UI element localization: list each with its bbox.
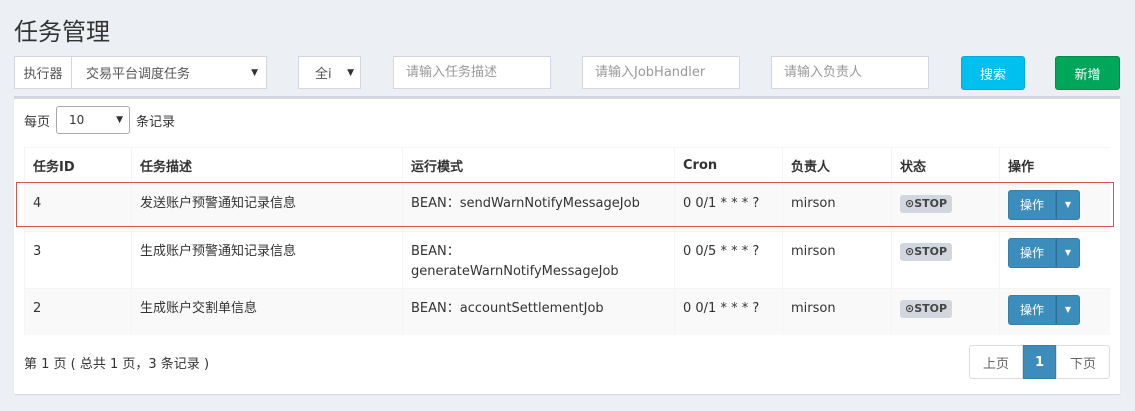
- cell-mode: BEAN：accountSettlementJob: [402, 288, 675, 335]
- cell-status: ⊙STOP: [891, 182, 1000, 232]
- cell-cron: 0 0/5 * * * ?: [674, 231, 783, 289]
- pagination: 上页 1 下页: [969, 345, 1110, 379]
- status-text: STOP: [914, 245, 948, 258]
- mode-prefix: BEAN：: [411, 196, 460, 211]
- search-button[interactable]: 搜索: [961, 56, 1025, 90]
- cell-cron: 0 0/1 * * * ?: [674, 182, 783, 232]
- cell-desc: 发送账户预警通知记录信息: [131, 182, 403, 232]
- operation-button-group: 操作 ▼: [1008, 295, 1080, 325]
- length-prefix: 每页: [24, 114, 51, 130]
- clock-icon: ⊙: [905, 302, 915, 315]
- operation-dropdown-toggle[interactable]: ▼: [1056, 295, 1080, 325]
- cell-status: ⊙STOP: [891, 231, 1000, 289]
- page-length-control: 每页 10 ▼ 条记录: [24, 105, 175, 135]
- cell-id: 3: [24, 231, 132, 289]
- cell-id: 4: [24, 182, 132, 232]
- caret-down-icon: ▼: [116, 115, 124, 125]
- operation-button-group: 操作 ▼: [1008, 190, 1080, 220]
- cell-mode: BEAN： generateWarnNotifyMessageJob: [402, 231, 675, 289]
- executor-label: 执行器: [15, 57, 72, 88]
- mode-handler: accountSettlementJob: [459, 301, 604, 316]
- cell-author: mirson: [782, 182, 892, 232]
- cell-cron: 0 0/1 * * * ?: [674, 288, 783, 335]
- table-header-row: 任务ID 任务描述 运行模式 Cron 负责人 状态 操作: [24, 147, 1110, 184]
- table-info: 第 1 页 ( 总共 1 页，3 条记录 ): [24, 357, 210, 372]
- col-header-status[interactable]: 状态: [891, 147, 1000, 184]
- author-input[interactable]: [771, 56, 929, 89]
- executor-select[interactable]: 交易平台调度任务 ▼: [72, 57, 266, 88]
- length-suffix: 条记录: [136, 114, 176, 130]
- page-length-select[interactable]: 10 ▼: [56, 106, 131, 134]
- page-title: 任务管理: [14, 18, 110, 46]
- mode-prefix: BEAN：: [411, 244, 460, 259]
- current-page-button[interactable]: 1: [1023, 345, 1056, 379]
- cell-status: ⊙STOP: [891, 288, 1000, 335]
- executor-value: 交易平台调度任务: [86, 67, 191, 82]
- add-button[interactable]: 新增: [1055, 56, 1120, 90]
- clock-icon: ⊙: [905, 197, 915, 210]
- operation-button[interactable]: 操作: [1008, 238, 1056, 268]
- job-desc-input[interactable]: [393, 56, 551, 89]
- status-badge: ⊙STOP: [900, 243, 953, 261]
- cell-mode: BEAN：sendWarnNotifyMessageJob: [402, 182, 675, 232]
- mode-handler: sendWarnNotifyMessageJob: [459, 196, 640, 211]
- col-header-desc[interactable]: 任务描述: [131, 147, 403, 184]
- cell-author: mirson: [782, 231, 892, 289]
- clock-icon: ⊙: [905, 245, 915, 258]
- operation-button-group: 操作 ▼: [1008, 238, 1080, 268]
- cell-op: 操作 ▼: [999, 231, 1110, 289]
- status-badge: ⊙STOP: [900, 195, 953, 213]
- cell-desc: 生成账户预警通知记录信息: [131, 231, 403, 289]
- caret-down-icon: ▼: [251, 68, 258, 78]
- table-row: 4 发送账户预警通知记录信息 BEAN：sendWarnNotifyMessag…: [24, 182, 1110, 232]
- status-text: STOP: [914, 302, 948, 315]
- operation-button[interactable]: 操作: [1008, 190, 1056, 220]
- operation-dropdown-toggle[interactable]: ▼: [1056, 190, 1080, 220]
- status-text: STOP: [914, 197, 948, 210]
- caret-down-icon: ▼: [1064, 248, 1072, 257]
- cell-author: mirson: [782, 288, 892, 335]
- prev-page-button[interactable]: 上页: [969, 345, 1023, 379]
- status-select-value: 全i: [315, 67, 332, 82]
- col-header-cron[interactable]: Cron: [674, 147, 783, 184]
- col-header-mode[interactable]: 运行模式: [402, 147, 675, 184]
- job-list-box: 每页 10 ▼ 条记录 任务ID 任务描述 运行模式 Cron 负责人 状态 操…: [14, 96, 1120, 394]
- job-handler-input[interactable]: [582, 56, 740, 89]
- cell-op: 操作 ▼: [999, 182, 1110, 232]
- caret-down-icon: ▼: [1064, 305, 1072, 314]
- table-row: 3 生成账户预警通知记录信息 BEAN： generateWarnNotifyMe…: [24, 231, 1110, 289]
- status-select[interactable]: 全i ▼: [298, 56, 361, 89]
- col-header-id[interactable]: 任务ID: [24, 147, 132, 184]
- operation-dropdown-toggle[interactable]: ▼: [1056, 238, 1080, 268]
- status-badge: ⊙STOP: [900, 300, 953, 318]
- table-row: 2 生成账户交割单信息 BEAN：accountSettlementJob 0 …: [24, 288, 1110, 335]
- next-page-button[interactable]: 下页: [1056, 345, 1110, 379]
- mode-prefix: BEAN：: [411, 301, 460, 316]
- cell-desc: 生成账户交割单信息: [131, 288, 403, 335]
- caret-down-icon: ▼: [347, 68, 354, 78]
- col-header-author[interactable]: 负责人: [782, 147, 892, 184]
- cell-op: 操作 ▼: [999, 288, 1110, 335]
- operation-button[interactable]: 操作: [1008, 295, 1056, 325]
- cell-id: 2: [24, 288, 132, 335]
- job-table: 任务ID 任务描述 运行模式 Cron 负责人 状态 操作 4 发送账户预警通知…: [24, 147, 1110, 335]
- executor-select-group[interactable]: 执行器 交易平台调度任务 ▼: [14, 56, 267, 89]
- col-header-op: 操作: [999, 147, 1110, 184]
- caret-down-icon: ▼: [1064, 200, 1072, 209]
- page-length-value: 10: [69, 113, 85, 127]
- mode-handler: generateWarnNotifyMessageJob: [411, 264, 619, 279]
